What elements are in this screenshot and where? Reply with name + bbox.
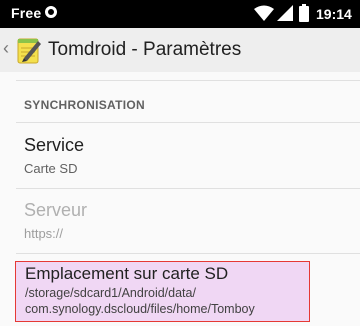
wifi-icon	[254, 5, 274, 21]
tomdroid-notepad-icon[interactable]	[16, 36, 42, 64]
action-bar: ‹ Tomdroid - Paramètres	[0, 28, 360, 72]
page-title: Tomdroid - Paramètres	[48, 39, 242, 60]
preference-summary: Carte SD	[24, 161, 78, 176]
preference-summary-line1: /storage/sdcard1/Android/data/	[25, 286, 196, 300]
divider	[16, 253, 360, 254]
clock: 19:14	[316, 6, 352, 22]
preference-summary: https://	[24, 226, 64, 241]
divider	[16, 188, 360, 189]
status-bar: Free 19:14	[0, 0, 360, 28]
divider	[16, 80, 360, 81]
preference-title: Serveur	[24, 200, 88, 220]
battery-icon	[299, 4, 309, 22]
notification-circle-icon	[45, 6, 57, 18]
preference-title: Emplacement sur carte SD	[25, 264, 229, 283]
chevron-left-icon[interactable]: ‹	[3, 38, 9, 58]
signal-icon	[277, 5, 293, 21]
section-header: SYNCHRONISATION	[24, 98, 145, 112]
preference-title: Service	[24, 135, 85, 155]
divider	[16, 122, 360, 123]
carrier-name: Free	[11, 5, 42, 21]
preference-summary-line2: com.synology.dscloud/files/home/Tomboy	[25, 302, 255, 316]
preference-sd-location[interactable]: Emplacement sur carte SD /storage/sdcard…	[15, 261, 310, 322]
